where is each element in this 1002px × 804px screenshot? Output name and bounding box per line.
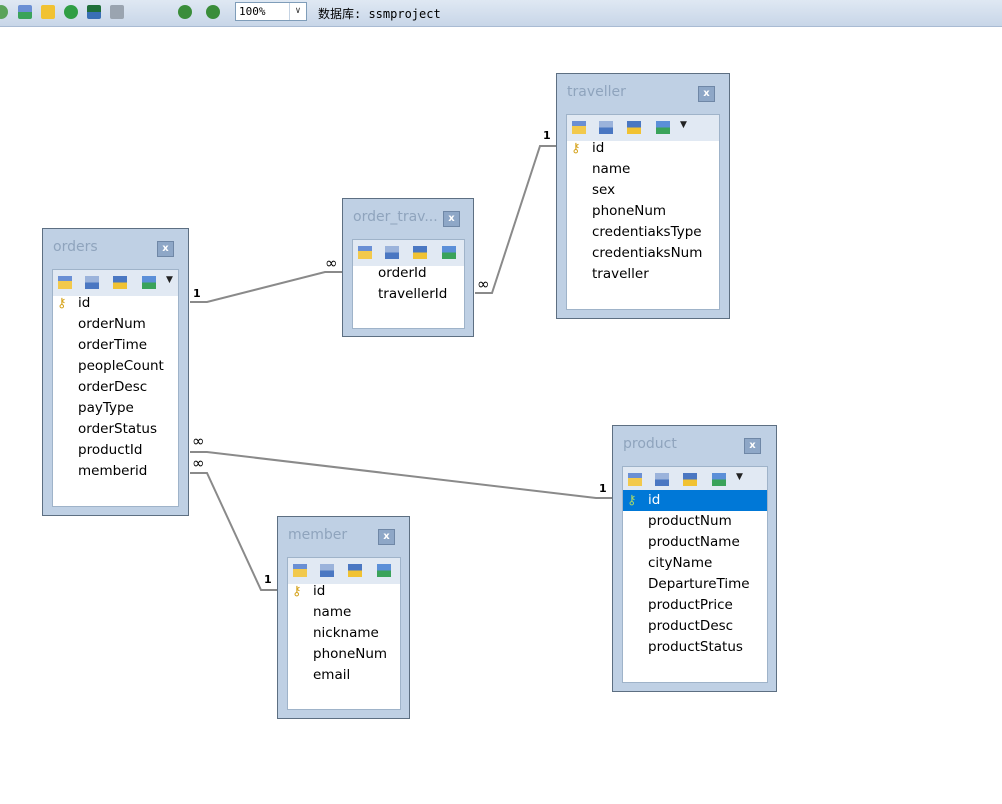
cardinality-one: 1 bbox=[264, 573, 272, 586]
index-icon[interactable] bbox=[683, 473, 697, 486]
primary-key-icon: ⚷ bbox=[57, 296, 67, 311]
close-icon[interactable]: x bbox=[443, 211, 460, 227]
field-row[interactable]: memberid bbox=[53, 461, 178, 482]
chevron-down-icon[interactable]: ▼ bbox=[166, 275, 173, 285]
table-traveller[interactable]: traveller x ▼ ⚷ id name sex phoneNum cred… bbox=[556, 73, 730, 319]
chevron-down-icon[interactable]: ▼ bbox=[680, 120, 687, 130]
field-row[interactable]: ⚷ id bbox=[567, 138, 719, 159]
cardinality-one: 1 bbox=[193, 287, 201, 300]
primary-key-icon: ⚷ bbox=[571, 141, 581, 156]
field-row[interactable]: email bbox=[288, 665, 400, 686]
index-icon[interactable] bbox=[113, 276, 127, 289]
field-row[interactable]: ⚷ id bbox=[53, 293, 178, 314]
field-row[interactable]: sex bbox=[567, 180, 719, 201]
field-row[interactable]: name bbox=[288, 602, 400, 623]
cardinality-one: 1 bbox=[599, 482, 607, 495]
table-body: orderId travellerId bbox=[352, 239, 465, 329]
table-body: ⚷ id name nickname phoneNum email bbox=[287, 557, 401, 710]
link-ordertraveller-traveller bbox=[475, 145, 557, 294]
cardinality-many: ∞ bbox=[192, 454, 205, 472]
field-row[interactable]: productPrice bbox=[623, 595, 767, 616]
edit-table-icon[interactable] bbox=[293, 564, 307, 577]
chevron-down-icon[interactable]: ▼ bbox=[736, 472, 743, 482]
cardinality-one: 1 bbox=[543, 129, 551, 142]
primary-key-icon: ⚷ bbox=[292, 584, 302, 599]
cardinality-many: ∞ bbox=[325, 254, 338, 272]
table-properties-icon[interactable] bbox=[599, 121, 613, 134]
field-row[interactable]: travellerId bbox=[353, 284, 464, 305]
field-row[interactable]: orderId bbox=[353, 263, 464, 284]
table-title: product bbox=[623, 436, 677, 452]
field-row[interactable]: phoneNum bbox=[288, 644, 400, 665]
close-icon[interactable]: x bbox=[744, 438, 761, 454]
index-icon[interactable] bbox=[413, 246, 427, 259]
field-row[interactable]: ⚷ id bbox=[288, 581, 400, 602]
table-product[interactable]: product x ▼ ⚷ id productNum productName c… bbox=[612, 425, 777, 692]
field-row[interactable]: peopleCount bbox=[53, 356, 178, 377]
edit-table-icon[interactable] bbox=[358, 246, 372, 259]
field-row[interactable]: orderStatus bbox=[53, 419, 178, 440]
table-orders[interactable]: orders x ▼ ⚷ id orderNum orderTime people… bbox=[42, 228, 189, 516]
table-properties-icon[interactable] bbox=[655, 473, 669, 486]
table-body: ▼ ⚷ id orderNum orderTime peopleCount ord… bbox=[52, 269, 179, 507]
cardinality-many: ∞ bbox=[192, 432, 205, 450]
close-icon[interactable]: x bbox=[698, 86, 715, 102]
table-member[interactable]: member x ⚷ id name nickname phoneNum emai… bbox=[277, 516, 410, 719]
import-icon[interactable] bbox=[712, 473, 726, 486]
field-row[interactable]: orderTime bbox=[53, 335, 178, 356]
field-row[interactable]: credentiaksNum bbox=[567, 243, 719, 264]
field-row[interactable]: productStatus bbox=[623, 637, 767, 658]
table-properties-icon[interactable] bbox=[85, 276, 99, 289]
field-row[interactable]: cityName bbox=[623, 553, 767, 574]
link-orders-ordertraveller bbox=[190, 271, 342, 303]
link-orders-product bbox=[190, 451, 613, 499]
field-row-selected[interactable]: ⚷ id bbox=[623, 490, 767, 511]
edit-table-icon[interactable] bbox=[572, 121, 586, 134]
import-icon[interactable] bbox=[142, 276, 156, 289]
index-icon[interactable] bbox=[348, 564, 362, 577]
table-properties-icon[interactable] bbox=[320, 564, 334, 577]
table-title: traveller bbox=[567, 84, 626, 100]
field-row[interactable]: name bbox=[567, 159, 719, 180]
table-order-traveller[interactable]: order_trav... x orderId travellerId bbox=[342, 198, 474, 337]
index-icon[interactable] bbox=[627, 121, 641, 134]
import-icon[interactable] bbox=[442, 246, 456, 259]
field-row[interactable]: credentiaksType bbox=[567, 222, 719, 243]
edit-table-icon[interactable] bbox=[58, 276, 72, 289]
field-row[interactable]: orderNum bbox=[53, 314, 178, 335]
table-title: member bbox=[288, 527, 348, 543]
field-row[interactable]: productId bbox=[53, 440, 178, 461]
table-body: ▼ ⚷ id name sex phoneNum credentiaksType … bbox=[566, 114, 720, 310]
edit-table-icon[interactable] bbox=[628, 473, 642, 486]
close-icon[interactable]: x bbox=[157, 241, 174, 257]
close-icon[interactable]: x bbox=[378, 529, 395, 545]
primary-key-icon: ⚷ bbox=[627, 493, 637, 508]
field-row[interactable]: nickname bbox=[288, 623, 400, 644]
import-icon[interactable] bbox=[377, 564, 391, 577]
field-row[interactable]: payType bbox=[53, 398, 178, 419]
table-title: order_trav... bbox=[353, 209, 438, 225]
field-row[interactable]: traveller bbox=[567, 264, 719, 285]
field-row[interactable]: productName bbox=[623, 532, 767, 553]
table-title: orders bbox=[53, 239, 98, 255]
field-row[interactable]: productNum bbox=[623, 511, 767, 532]
table-body: ▼ ⚷ id productNum productName cityName De… bbox=[622, 466, 768, 683]
cardinality-many: ∞ bbox=[477, 275, 490, 293]
field-row[interactable]: productDesc bbox=[623, 616, 767, 637]
import-icon[interactable] bbox=[656, 121, 670, 134]
field-row[interactable]: orderDesc bbox=[53, 377, 178, 398]
table-properties-icon[interactable] bbox=[385, 246, 399, 259]
field-row[interactable]: phoneNum bbox=[567, 201, 719, 222]
field-row[interactable]: DepartureTime bbox=[623, 574, 767, 595]
